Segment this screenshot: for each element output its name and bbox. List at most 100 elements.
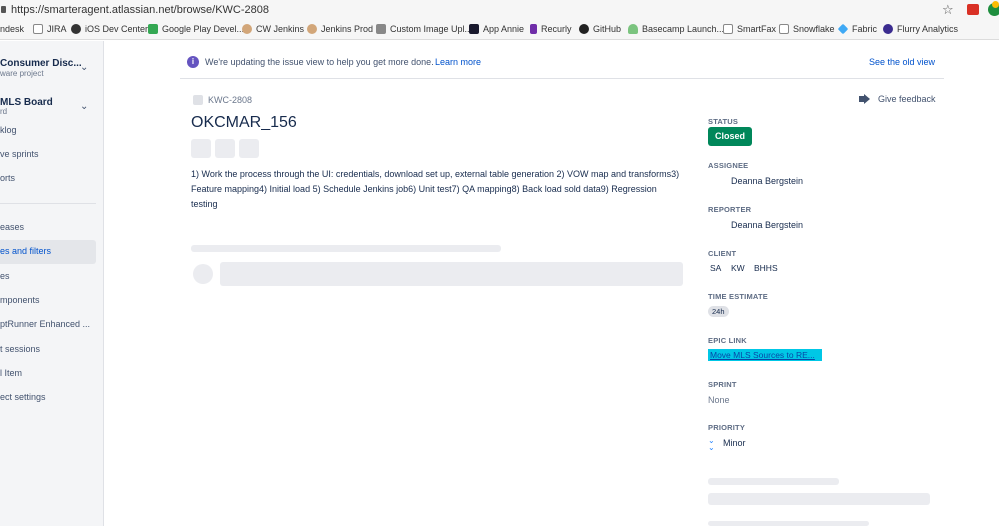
bookmark-snowflake[interactable]: Snowflake bbox=[779, 24, 835, 34]
sidebar-item-label: mponents bbox=[0, 295, 40, 305]
bookmark-label: Basecamp Launch... bbox=[642, 24, 725, 34]
sidebar-divider bbox=[0, 203, 96, 204]
bookmark-label: JIRA bbox=[47, 24, 67, 34]
recurly-icon bbox=[530, 24, 537, 34]
status-label: STATUS bbox=[708, 117, 739, 126]
megaphone-icon bbox=[859, 94, 871, 104]
time-estimate-label: TIME ESTIMATE bbox=[708, 292, 768, 301]
lock-icon bbox=[1, 6, 6, 13]
sidebar-item-backlog[interactable]: klog bbox=[0, 119, 96, 143]
banner-message: We're updating the issue view to help yo… bbox=[205, 57, 434, 67]
page-icon bbox=[33, 24, 43, 34]
client-label: CLIENT bbox=[708, 249, 737, 258]
bookmark-label: Flurry Analytics bbox=[897, 24, 959, 34]
sprint-label: SPRINT bbox=[708, 380, 737, 389]
sidebar-item-label: es bbox=[0, 271, 10, 281]
bookmark-basecamp[interactable]: Basecamp Launch... bbox=[628, 24, 724, 34]
quick-action-button[interactable] bbox=[215, 139, 235, 158]
extension-icon[interactable] bbox=[967, 4, 979, 15]
bookmark-fabric[interactable]: Fabric bbox=[837, 23, 877, 35]
bookmark-jira[interactable]: JIRA bbox=[33, 24, 67, 34]
issue-title[interactable]: OKCMAR_156 bbox=[191, 114, 297, 132]
project-sidebar: Consumer Disc... ware project ⌄ MLS Boar… bbox=[0, 41, 104, 526]
sprint-value[interactable]: None bbox=[708, 395, 730, 405]
give-feedback-button[interactable]: Give feedback bbox=[859, 94, 936, 104]
bookmark-label: ndesk bbox=[0, 24, 25, 34]
sidebar-item-active-sprints[interactable]: ve sprints bbox=[0, 143, 96, 167]
status-badge[interactable]: Closed bbox=[708, 127, 753, 146]
page-icon bbox=[779, 24, 789, 34]
bookmark-custom-image-upload[interactable]: Custom Image Upl... bbox=[376, 24, 472, 34]
see-old-view-link[interactable]: See the old view bbox=[869, 57, 935, 67]
sidebar-item-label: klog bbox=[0, 125, 17, 135]
client-tag[interactable]: KW bbox=[731, 263, 745, 273]
assignee-value[interactable]: Deanna Bergstein bbox=[731, 176, 803, 186]
sidebar-item-label: t sessions bbox=[0, 344, 41, 354]
bookmark-jenkins-prod[interactable]: Jenkins Prod bbox=[307, 24, 373, 34]
bookmark-app-annie[interactable]: App Annie bbox=[469, 24, 524, 34]
info-icon: i bbox=[187, 56, 199, 68]
issue-type-icon[interactable] bbox=[193, 95, 203, 105]
sidebar-item-pages[interactable]: es bbox=[0, 265, 96, 289]
sidebar-item-test-sessions[interactable]: t sessions bbox=[0, 338, 96, 362]
client-tag[interactable]: SA bbox=[710, 263, 721, 273]
bookmark-ios-dev-center[interactable]: iOS Dev Center bbox=[71, 24, 148, 34]
give-feedback-label: Give feedback bbox=[878, 94, 936, 104]
board-name[interactable]: MLS Board bbox=[0, 97, 53, 108]
sidebar-item-add-item[interactable]: l Item bbox=[0, 362, 96, 386]
sidebar-item-components[interactable]: mponents bbox=[0, 289, 96, 313]
loading-skeleton bbox=[708, 521, 869, 526]
bookmark-cw-jenkins[interactable]: CW Jenkins bbox=[242, 24, 304, 34]
learn-more-link[interactable]: Learn more bbox=[435, 57, 481, 67]
sidebar-item-releases[interactable]: eases bbox=[0, 216, 96, 240]
reporter-label: REPORTER bbox=[708, 205, 752, 214]
sidebar-item-scriptrunner[interactable]: ptRunner Enhanced ... bbox=[0, 313, 96, 337]
priority-value[interactable]: Minor bbox=[723, 438, 746, 448]
url-text[interactable]: https://smarteragent.atlassian.net/brows… bbox=[11, 4, 269, 16]
bookmark-label: CW Jenkins bbox=[256, 24, 305, 34]
project-type: ware project bbox=[0, 69, 44, 78]
sidebar-item-label: ptRunner Enhanced ... bbox=[0, 319, 91, 329]
bookmark-zendesk[interactable]: ndesk bbox=[0, 24, 24, 34]
flurry-icon bbox=[883, 24, 893, 34]
basecamp-icon bbox=[628, 24, 638, 34]
assignee-label: ASSIGNEE bbox=[708, 161, 749, 170]
project-name[interactable]: Consumer Disc... bbox=[0, 58, 82, 69]
google-play-icon bbox=[148, 24, 158, 34]
sidebar-item-label: ect settings bbox=[0, 392, 46, 402]
epic-link-label: EPIC LINK bbox=[708, 336, 747, 345]
bookmark-github[interactable]: GitHub bbox=[579, 24, 621, 34]
bookmark-smartfax[interactable]: SmartFax bbox=[723, 24, 776, 34]
bookmark-google-play[interactable]: Google Play Devel... bbox=[148, 24, 244, 34]
issue-key-breadcrumb[interactable]: KWC-2808 bbox=[208, 95, 252, 105]
client-tag[interactable]: BHHS bbox=[754, 263, 778, 273]
sidebar-item-reports[interactable]: orts bbox=[0, 167, 96, 191]
issue-description[interactable]: 1) Work the process through the UI: cred… bbox=[191, 167, 681, 212]
time-estimate-value[interactable]: 24h bbox=[708, 306, 729, 317]
bookmarks-bar: ndesk JIRA iOS Dev Center Google Play De… bbox=[0, 20, 999, 40]
bookmark-recurly[interactable]: Recurly bbox=[530, 24, 572, 34]
sidebar-item-label: es and filters bbox=[0, 246, 52, 256]
epic-link[interactable]: Move MLS Sources to RE... bbox=[708, 349, 822, 361]
loading-skeleton bbox=[708, 478, 839, 485]
loading-skeleton bbox=[191, 245, 501, 252]
loading-skeleton bbox=[708, 493, 930, 505]
bookmark-flurry-analytics[interactable]: Flurry Analytics bbox=[883, 24, 958, 34]
reporter-value[interactable]: Deanna Bergstein bbox=[731, 220, 803, 230]
bookmark-label: Recurly bbox=[541, 24, 572, 34]
sidebar-item-issues-and-filters[interactable]: es and filters bbox=[0, 240, 96, 264]
bookmark-label: Snowflake bbox=[793, 24, 835, 34]
quick-action-button[interactable] bbox=[191, 139, 211, 158]
quick-action-button[interactable] bbox=[239, 139, 259, 158]
chevron-down-icon[interactable]: ⌄ bbox=[80, 62, 88, 73]
bookmark-label: Google Play Devel... bbox=[162, 24, 245, 34]
jenkins-icon bbox=[242, 24, 252, 34]
chevron-down-icon[interactable]: ⌄ bbox=[80, 101, 88, 112]
bookmark-star-icon[interactable]: ☆ bbox=[942, 2, 954, 18]
browser-address-bar[interactable]: https://smarteragent.atlassian.net/brows… bbox=[0, 0, 999, 20]
page-icon bbox=[723, 24, 733, 34]
priority-label: PRIORITY bbox=[708, 423, 746, 432]
fabric-icon bbox=[837, 23, 849, 35]
sidebar-item-project-settings[interactable]: ect settings bbox=[0, 386, 96, 410]
bookmark-label: Custom Image Upl... bbox=[390, 24, 473, 34]
